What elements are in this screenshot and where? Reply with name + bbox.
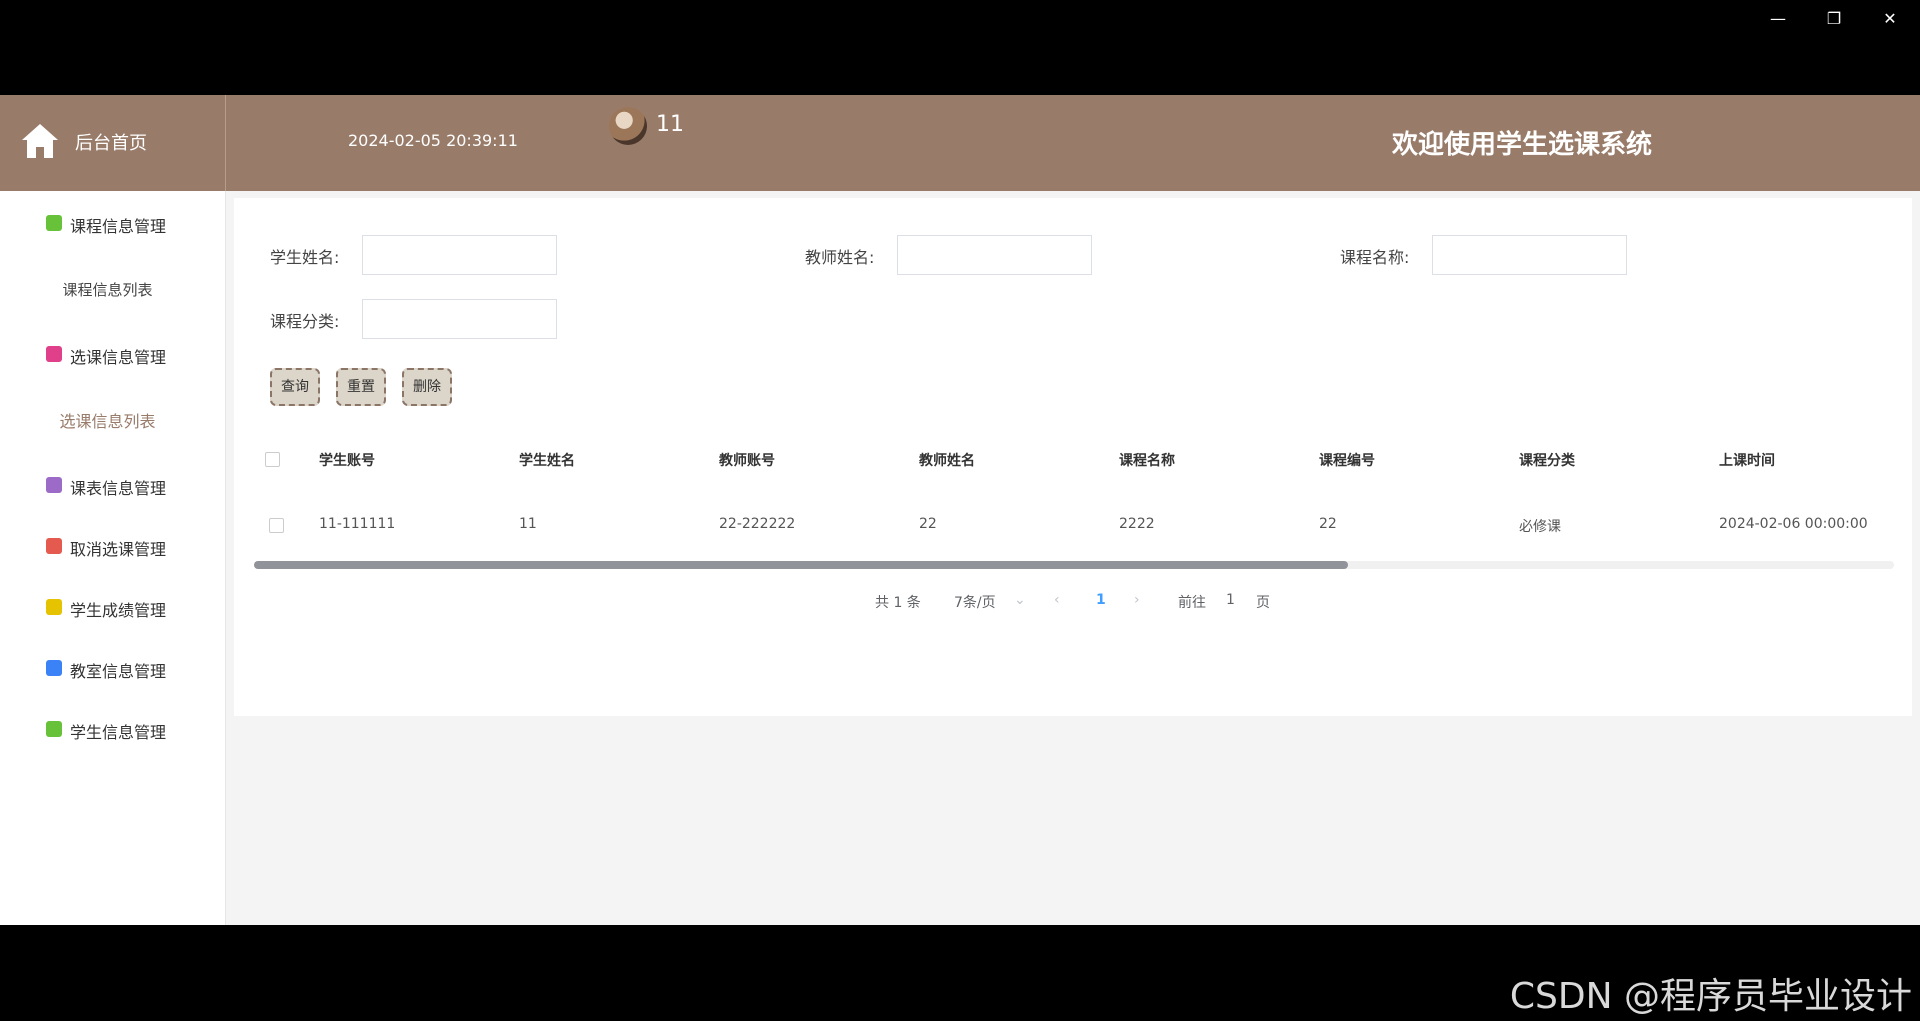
sidebar-item-selection-info[interactable]: 选课信息管理 (0, 334, 225, 374)
sidebar-item-label: 教室信息管理 (70, 662, 167, 681)
table-cell: 2222 (1119, 516, 1155, 532)
watermark: CSDN @程序员毕业设计 (1509, 976, 1912, 1017)
sidebar-item-label: 取消选课管理 (70, 540, 167, 559)
cube-icon (46, 599, 62, 615)
course-category-label: 课程分类: (270, 312, 340, 331)
sidebar-item-student-info[interactable]: 学生信息管理 (0, 709, 225, 749)
footer: CSDN @程序员毕业设计 (0, 925, 1920, 1021)
chat-icon (46, 215, 62, 231)
column-header: 教师账号 (719, 453, 775, 469)
home-link[interactable]: 后台首页 (0, 95, 226, 191)
course-name-label: 课程名称: (1340, 248, 1410, 267)
main-card: 学生姓名: 教师姓名: 课程名称: 课程分类: 查询 重置 删除 学生账号 学生… (234, 198, 1912, 716)
sidebar-subitem-selection-list[interactable]: 选课信息列表 (0, 408, 215, 432)
prev-page-icon[interactable]: ‹ (1054, 592, 1060, 608)
teacher-name-input[interactable] (897, 235, 1092, 275)
sidebar-item-classroom[interactable]: 教室信息管理 (0, 648, 225, 688)
sidebar-item-cancel-selection[interactable]: 取消选课管理 (0, 526, 225, 566)
page-suffix: 页 (1256, 595, 1270, 611)
sidebar-item-schedule-info[interactable]: 课表信息管理 (0, 465, 225, 505)
sidebar-item-label: 课表信息管理 (70, 479, 167, 498)
column-header: 上课时间 (1719, 453, 1775, 469)
sidebar-item-label: 学生成绩管理 (70, 601, 167, 620)
restore-icon[interactable]: ❐ (1814, 6, 1854, 32)
table-cell: 2024-02-06 00:00:00 (1719, 516, 1868, 532)
chat-icon (46, 721, 62, 737)
star-icon (46, 660, 62, 676)
student-name-label: 学生姓名: (270, 248, 340, 267)
scrollbar-thumb[interactable] (254, 561, 1348, 569)
column-header: 课程编号 (1319, 453, 1375, 469)
bag-icon (46, 346, 62, 362)
pagination-total: 共 1 条 (875, 595, 921, 611)
goto-label: 前往 (1178, 595, 1206, 611)
home-label: 后台首页 (75, 133, 147, 154)
top-header: 后台首页 2024-02-05 20:39:11 11 欢迎使用学生选课系统 (0, 95, 1920, 191)
table-cell: 必修课 (1519, 519, 1561, 535)
table-cell: 22-222222 (719, 516, 796, 532)
column-header: 学生姓名 (519, 453, 575, 469)
goto-input[interactable]: 1 (1226, 592, 1235, 608)
current-datetime: 2024-02-05 20:39:11 (348, 131, 518, 150)
horizontal-scrollbar[interactable] (254, 561, 1894, 569)
table-cell: 11-111111 (319, 516, 396, 532)
teacher-name-label: 教师姓名: (805, 248, 875, 267)
close-icon[interactable]: ✕ (1870, 6, 1910, 32)
select-all-checkbox[interactable] (265, 452, 280, 467)
window-titlebar: — ❐ ✕ (0, 0, 1920, 95)
column-header: 课程分类 (1519, 453, 1575, 469)
sidebar-item-grades[interactable]: 学生成绩管理 (0, 587, 225, 627)
table-cell: 22 (1319, 516, 1337, 532)
delete-button[interactable]: 删除 (402, 368, 452, 406)
avatar[interactable] (609, 107, 647, 145)
column-header: 教师姓名 (919, 453, 975, 469)
reset-button[interactable]: 重置 (336, 368, 386, 406)
page-size-select[interactable]: 7条/页 (954, 592, 996, 612)
username: 11 (656, 112, 684, 137)
column-header: 学生账号 (319, 453, 375, 469)
home-icon (22, 124, 58, 158)
current-page[interactable]: 1 (1096, 592, 1106, 608)
course-category-input[interactable] (362, 299, 557, 339)
sidebar: 课程信息管理 课程信息列表 选课信息管理 选课信息列表 课表信息管理 取消选课管… (0, 191, 226, 925)
minimize-icon[interactable]: — (1758, 6, 1798, 32)
sidebar-subitem-course-list[interactable]: 课程信息列表 (0, 279, 215, 300)
system-title: 欢迎使用学生选课系统 (1392, 130, 1653, 160)
archive-icon (46, 477, 62, 493)
sidebar-item-label: 学生信息管理 (70, 723, 167, 742)
chevron-down-icon[interactable]: ⌄ (1014, 592, 1026, 608)
student-name-input[interactable] (362, 235, 557, 275)
grid-icon (46, 538, 62, 554)
course-name-input[interactable] (1432, 235, 1627, 275)
sidebar-item-label: 课程信息管理 (70, 217, 167, 236)
next-page-icon[interactable]: › (1134, 592, 1140, 608)
sidebar-item-label: 选课信息管理 (70, 348, 167, 367)
query-button[interactable]: 查询 (270, 368, 320, 406)
sidebar-item-course-info[interactable]: 课程信息管理 (0, 203, 225, 243)
table-cell: 22 (919, 516, 937, 532)
column-header: 课程名称 (1119, 453, 1175, 469)
row-checkbox[interactable] (269, 518, 284, 533)
table-cell: 11 (519, 516, 537, 532)
